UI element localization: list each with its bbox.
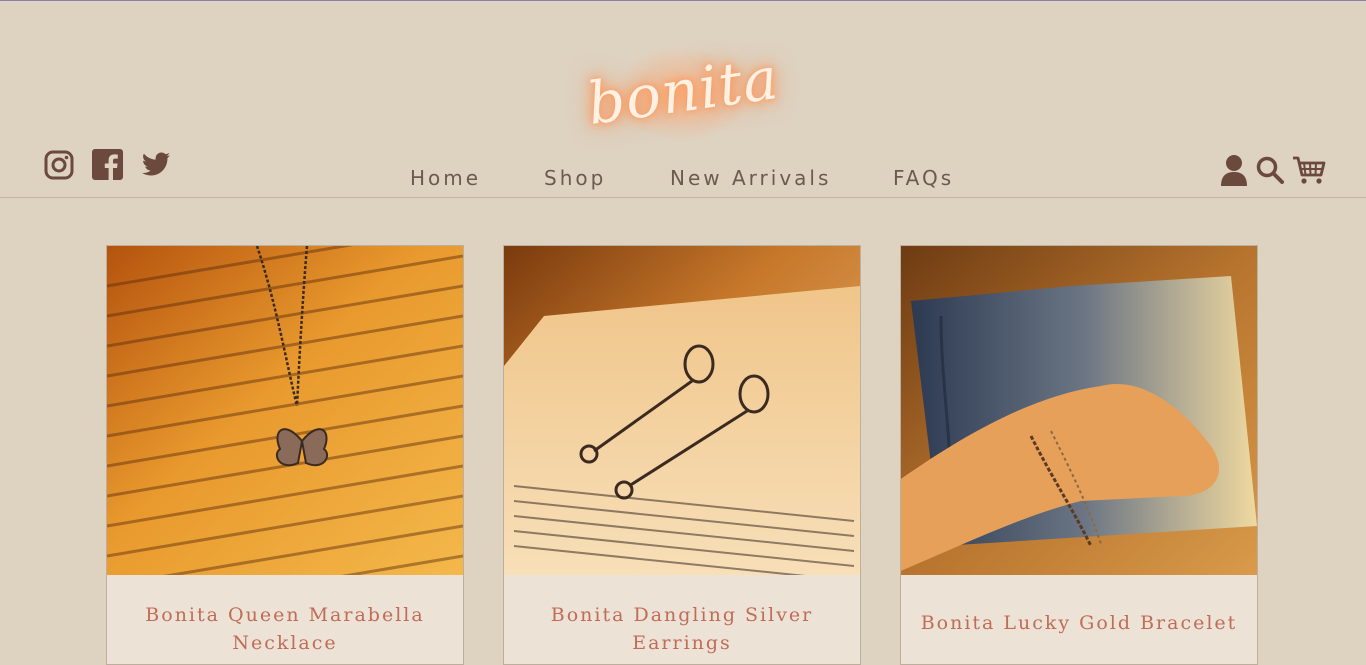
logo-text: bonita	[583, 43, 783, 139]
nav-shop[interactable]: Shop	[544, 166, 606, 190]
product-title[interactable]: Bonita Queen Marabella Necklace	[107, 601, 463, 657]
product-card[interactable]: Bonita Dangling Silver Earrings	[503, 245, 861, 665]
top-accent-line	[0, 0, 1366, 1]
product-title[interactable]: Bonita Lucky Gold Bracelet	[901, 609, 1257, 637]
nav-home[interactable]: Home	[410, 166, 481, 190]
product-image-necklace[interactable]	[107, 246, 463, 575]
product-card[interactable]: Bonita Queen Marabella Necklace	[106, 245, 464, 665]
utility-icons	[1212, 154, 1326, 191]
header-divider	[0, 197, 1366, 198]
product-card[interactable]: Bonita Lucky Gold Bracelet	[900, 245, 1258, 665]
brand-logo[interactable]: bonita	[583, 26, 783, 156]
account-icon[interactable]	[1220, 154, 1248, 191]
product-image-bracelet[interactable]	[901, 246, 1257, 575]
product-image-earrings[interactable]	[504, 246, 860, 575]
product-title[interactable]: Bonita Dangling Silver Earrings	[504, 601, 860, 657]
cart-icon[interactable]	[1292, 155, 1326, 190]
main-nav: Home Shop New Arrivals FAQs	[0, 166, 1366, 196]
search-icon[interactable]	[1256, 156, 1284, 189]
nav-faqs[interactable]: FAQs	[893, 166, 954, 190]
nav-new-arrivals[interactable]: New Arrivals	[670, 166, 831, 190]
